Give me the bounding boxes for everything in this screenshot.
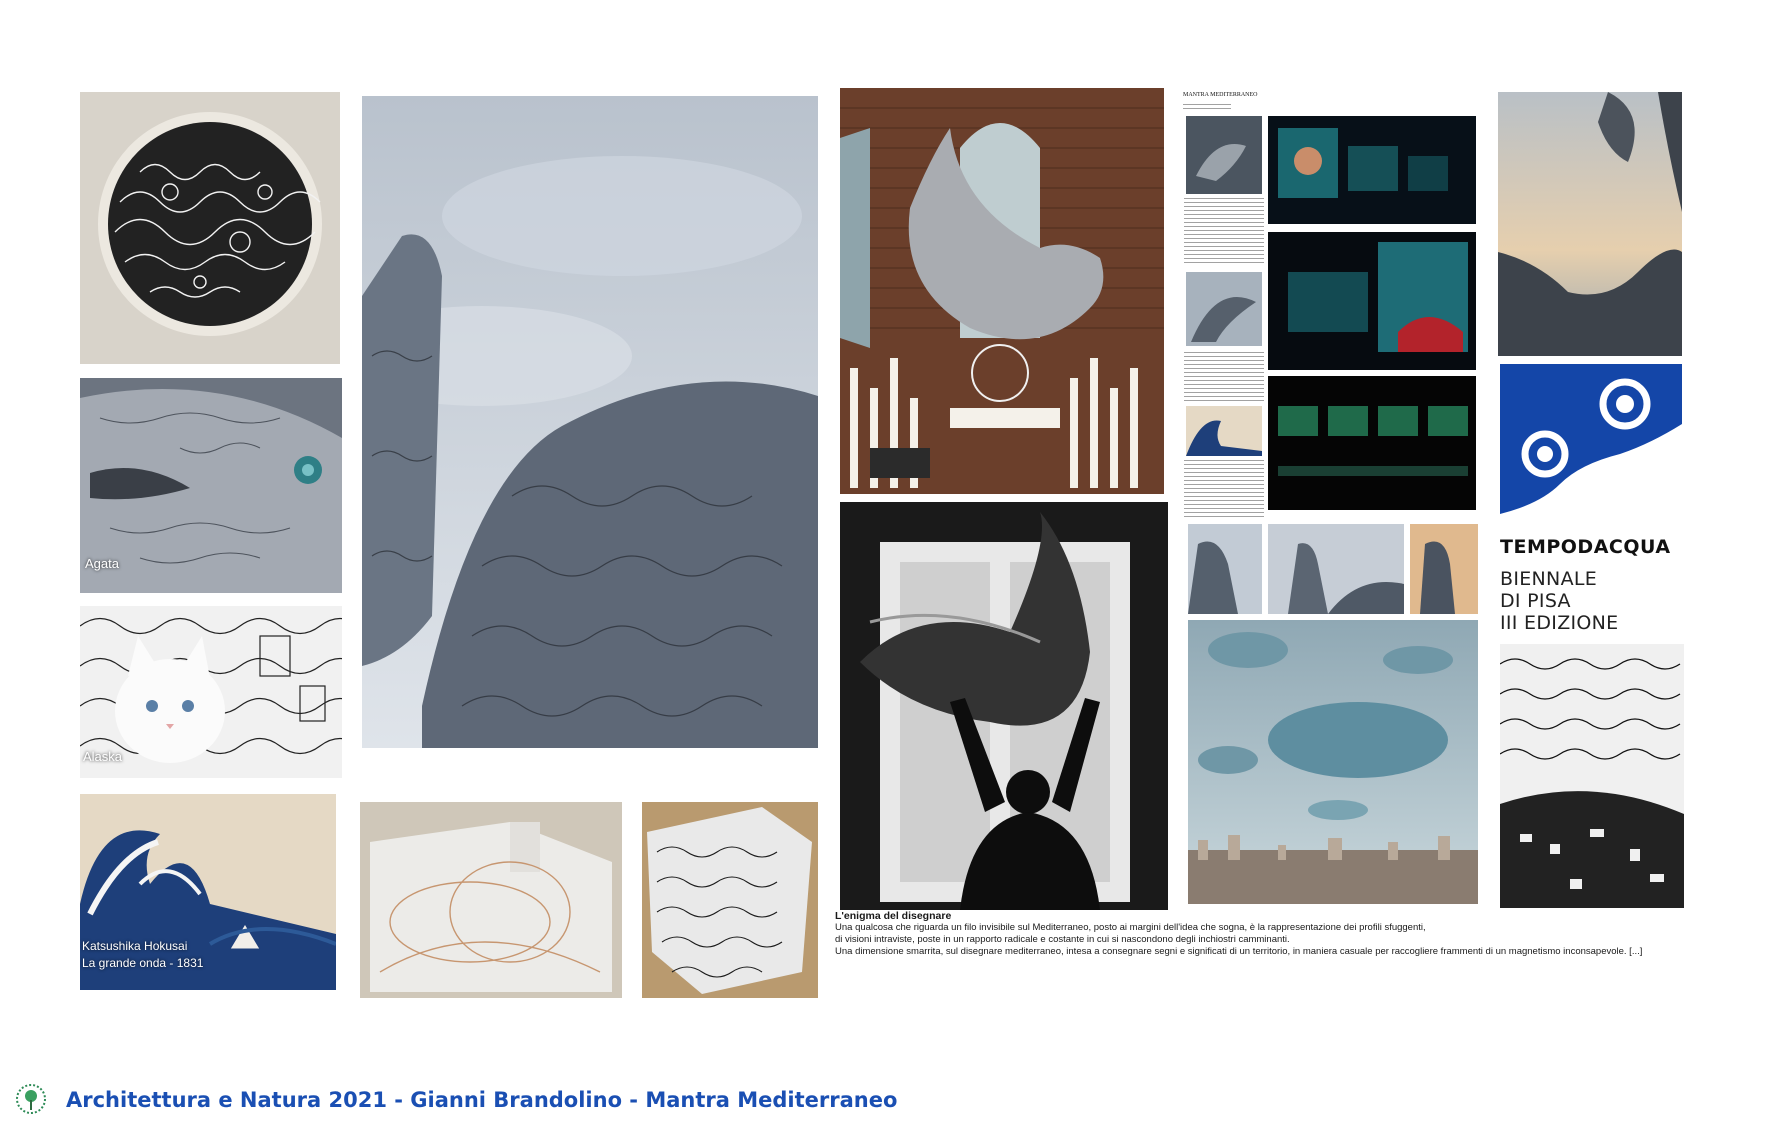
flying-fish-over-city-painting [1188,620,1478,904]
whale-tail-thumb-1 [1188,524,1262,614]
document-text-block-3 [1184,460,1264,520]
essay-title: L'enigma del disegnare [835,910,952,922]
brand-name: TEMPODACQUA [1500,536,1671,558]
whale-tail-thumb-2 [1410,524,1478,614]
document-text-block-1 [1184,198,1264,266]
aquarium-installation-photo-1 [1268,116,1476,224]
essay-line-2: di visioni intraviste, poste in un rappo… [835,934,1290,945]
brand-subtitle-line-2: DI PISA [1500,590,1571,612]
whale-sculpture-sky-photo [362,96,818,748]
bw-man-holding-fish-photo [840,502,1168,910]
essay-line-1: Una qualcosa che riguarda un filo invisi… [835,922,1426,933]
agata-caption: Agata [85,556,119,571]
fish-head-sculpture-photo: Agata [80,378,342,593]
document-heading: MANTRA MEDITERRANEO [1183,92,1258,98]
crumpled-doodle-paper-photo [642,802,818,998]
hokusai-caption-name: Katsushika Hokusai [82,939,188,953]
aquarium-installation-photo-2 [1268,232,1476,370]
brand-subtitle-line-1: BIENNALE [1500,568,1598,590]
aquarium-installation-photo-3 [1268,376,1476,510]
document-thumb-whale-photo [1186,272,1262,346]
hokusai-caption-title: La grande onda - 1831 [82,956,204,970]
whale-sculpture-sunset-photo [1498,92,1682,356]
whale-body-thumb [1268,524,1404,614]
architettura-natura-logo-icon [14,1082,48,1116]
brand-subtitle-line-3: III EDIZIONE [1500,612,1619,634]
tempodacqua-logo-icon [1500,364,1682,518]
document-text-block-2 [1184,352,1264,402]
fish-sculpture-gallery-photo [840,88,1164,494]
essay-text-block: L'enigma del disegnare Una qualcosa che … [835,910,1735,958]
document-thumb-wave-photo [1186,406,1262,456]
white-model-photo [360,802,622,998]
document-thumb-fish-photo [1186,116,1262,194]
great-wave-hokusai-photo: Katsushika Hokusai La grande onda - 1831 [80,794,336,990]
kitten-alaska-photo: Alaska [80,606,342,778]
alaska-caption: Alaska [83,749,123,764]
bw-doodle-map-photo [1500,644,1684,908]
round-window-doodle-photo [80,92,340,364]
essay-line-3: Una dimensione smarrita, sul disegnare m… [835,946,1643,957]
brand-subtitle: BIENNALE DI PISA III EDIZIONE [1500,568,1680,634]
page-title: Architettura e Natura 2021 - Gianni Bran… [66,1088,898,1112]
document-subheading-lines [1183,104,1231,110]
